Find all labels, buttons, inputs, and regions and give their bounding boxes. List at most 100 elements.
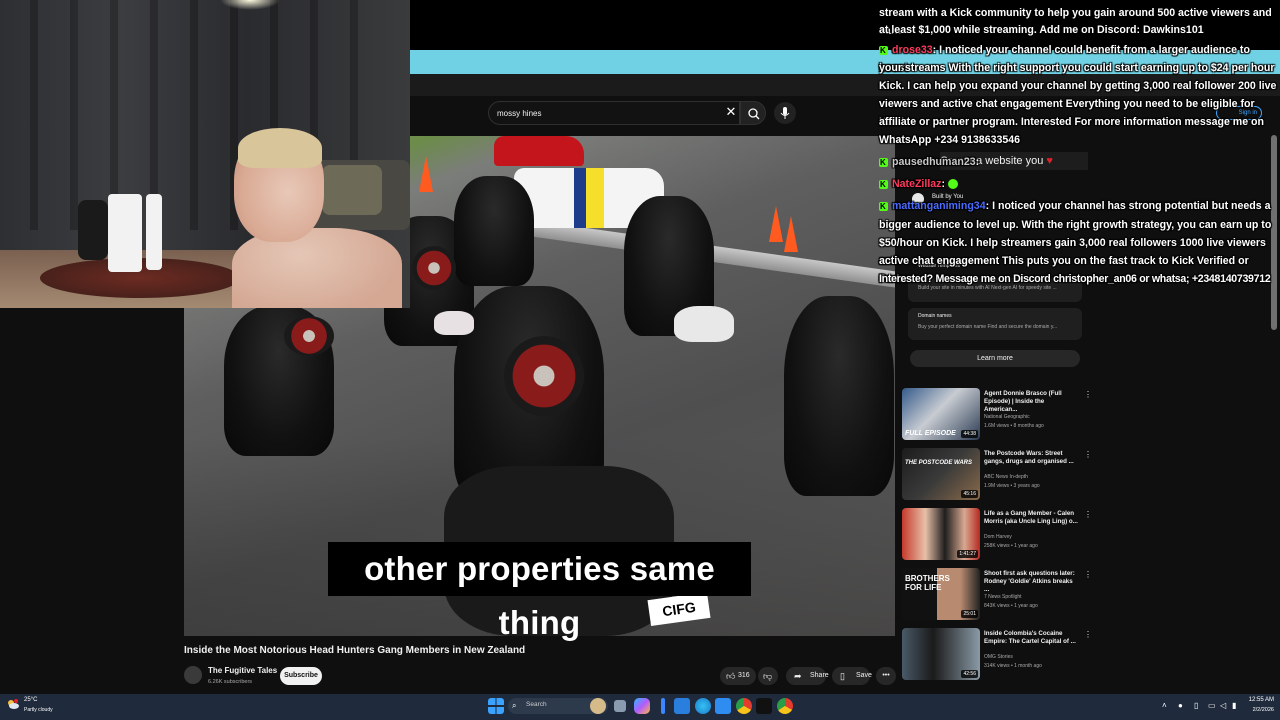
search-button[interactable] — [740, 101, 766, 125]
related-video[interactable]: THE POSTCODE WARS 45:16 The Postcode War… — [902, 448, 1098, 504]
traffic-cone — [769, 206, 783, 242]
cushion — [322, 165, 382, 215]
search-input[interactable]: mossy hines — [488, 101, 740, 125]
chat-message: mattanganiming34: I noticed your channel… — [879, 197, 1280, 216]
clock-date[interactable]: 2/2/2026 — [1242, 707, 1274, 713]
share-button[interactable]: ➦ Share — [786, 667, 829, 685]
search-icon — [748, 108, 760, 120]
video-thumbnail[interactable]: THE POSTCODE WARS 45:16 — [902, 448, 980, 500]
rider — [784, 296, 894, 496]
related-video[interactable]: 42:56 Inside Colombia's Cocaine Empire: … — [902, 628, 1098, 684]
kebab-menu-icon[interactable]: ⋮ — [1084, 390, 1092, 399]
more-actions-button[interactable]: ••• — [876, 667, 896, 685]
chat-line: affiliate or partner program. Interested… — [879, 113, 1280, 131]
voice-search-button[interactable] — [774, 102, 796, 124]
tray-app-icon[interactable]: ● — [1178, 701, 1183, 710]
save-button[interactable]: ▯ Save — [832, 667, 872, 685]
volume-icon[interactable]: ◁ — [1220, 701, 1226, 710]
related-video-title[interactable]: Inside Colombia's Cocaine Empire: The Ca… — [984, 630, 1078, 646]
learn-more-button[interactable]: Learn more — [910, 350, 1080, 367]
related-video[interactable]: BROTHERS FOR LIFE 25:01 Shoot first ask … — [902, 568, 1098, 624]
related-video-channel[interactable]: National Geographic — [984, 414, 1030, 420]
pen-icon[interactable] — [661, 698, 665, 714]
video-caption: other properties same thing — [328, 542, 751, 641]
task-view-icon[interactable] — [614, 700, 626, 712]
chevron-up-icon[interactable]: ˄ — [1162, 701, 1167, 710]
share-icon: ➦ — [794, 671, 802, 681]
person-body — [232, 228, 402, 308]
chat-username[interactable]: pausedhuman23 — [892, 156, 976, 168]
red-car — [494, 136, 584, 166]
thumbnail-label: BROTHERS FOR LIFE — [905, 574, 950, 592]
like-button[interactable]: 👍︎ 316 — [720, 667, 756, 685]
microphone-icon[interactable]: ▯ — [1194, 701, 1198, 710]
ad-item-desc: Buy your perfect domain name Find and se… — [918, 324, 1058, 330]
chat-line: Interested? Message me on Discord christ… — [879, 270, 1280, 288]
edge-icon[interactable] — [695, 698, 711, 714]
thumbnail-label: FULL EPISODE — [905, 430, 956, 437]
weather-temperature[interactable]: 25°C — [24, 697, 37, 703]
subscribe-button[interactable]: Subscribe — [280, 667, 322, 685]
related-video-title[interactable]: Agent Donnie Brasco (Full Episode) | Ins… — [984, 390, 1078, 414]
windows-start-icon[interactable] — [488, 698, 504, 714]
app-icon[interactable] — [756, 698, 772, 714]
clock-time[interactable]: 12:55 AM — [1242, 697, 1274, 703]
partly-cloudy-icon[interactable] — [6, 698, 20, 710]
chat-line: bigger audience to level up. With the ri… — [879, 216, 1280, 234]
gang-patch — [284, 316, 334, 356]
kick-badge-icon — [879, 154, 888, 172]
chat-username[interactable]: drose33 — [892, 44, 933, 56]
motorcycle — [434, 311, 474, 335]
kebab-menu-icon[interactable]: ⋮ — [1084, 630, 1092, 639]
bookmark-icon: ▯ — [840, 671, 845, 681]
chrome-profile-icon[interactable] — [777, 698, 793, 714]
search-highlight-icon[interactable] — [590, 698, 606, 714]
channel-avatar[interactable] — [184, 666, 202, 684]
mail-icon[interactable] — [674, 698, 690, 714]
related-video-channel[interactable]: ABC News In-depth — [984, 474, 1028, 480]
chair — [78, 200, 108, 260]
ad-item-title: Domain names — [918, 313, 952, 319]
weather-description[interactable]: Partly cloudy — [24, 707, 53, 713]
chat-message: pausedhuman23: — [879, 153, 1280, 172]
related-video-meta: 258K views • 1 year ago — [984, 543, 1038, 549]
store-icon[interactable] — [715, 698, 731, 714]
chat-text: affiliate or partner program. Interested… — [879, 116, 1264, 128]
related-video[interactable]: FULL EPISODE 44:38 Agent Donnie Brasco (… — [902, 388, 1098, 444]
video-thumbnail[interactable]: FULL EPISODE 44:38 — [902, 388, 980, 440]
related-video-channel[interactable]: OMG Stories — [984, 654, 1013, 660]
kick-badge-icon — [879, 198, 888, 216]
video-duration: 25:01 — [961, 610, 978, 618]
related-video[interactable]: 1:41:27 Life as a Gang Member - Calen Mo… — [902, 508, 1098, 564]
network-icon[interactable]: ▭ — [1208, 701, 1216, 710]
ceiling-light — [220, 0, 280, 10]
subscriber-count: 6.26K subscribers — [208, 679, 253, 685]
chat-username[interactable]: NateZillaz — [892, 178, 941, 190]
chrome-icon[interactable] — [736, 698, 752, 714]
chat-text: : I noticed your channel has strong pote… — [985, 200, 1271, 212]
related-video-channel[interactable]: Dom Harvey — [984, 534, 1012, 540]
kebab-menu-icon[interactable]: ⋮ — [1084, 510, 1092, 519]
chat-text: WhatsApp +234 9138633546 — [879, 134, 1021, 146]
channel-name[interactable]: The Fugitive Tales — [208, 666, 277, 675]
dislike-button[interactable]: 👎︎ — [758, 667, 778, 685]
search-icon: ⌕ — [512, 701, 517, 710]
battery-icon[interactable]: ▮ — [1232, 701, 1236, 710]
gang-patch — [504, 336, 584, 416]
related-video-title[interactable]: Shoot first ask questions later: Rodney … — [984, 570, 1078, 594]
curtain-fold — [190, 0, 198, 230]
video-thumbnail[interactable]: 1:41:27 — [902, 508, 980, 560]
chat-message: NateZillaz: — [879, 175, 1280, 194]
related-video-channel[interactable]: 7 News Spotlight — [984, 594, 1022, 600]
copilot-icon[interactable] — [634, 698, 650, 714]
video-thumbnail[interactable]: 42:56 — [902, 628, 980, 680]
kebab-menu-icon[interactable]: ⋮ — [1084, 570, 1092, 579]
clear-search-icon[interactable]: ✕ — [724, 105, 738, 119]
video-thumbnail[interactable]: BROTHERS FOR LIFE 25:01 — [902, 568, 980, 620]
related-video-meta: 843K views • 1 year ago — [984, 603, 1038, 609]
kebab-menu-icon[interactable]: ⋮ — [1084, 450, 1092, 459]
video-duration: 45:16 — [961, 490, 978, 498]
related-video-title[interactable]: Life as a Gang Member - Calen Morris (ak… — [984, 510, 1078, 526]
related-video-title[interactable]: The Postcode Wars: Street gangs, drugs a… — [984, 450, 1078, 466]
chat-username[interactable]: mattanganiming34 — [892, 200, 986, 212]
